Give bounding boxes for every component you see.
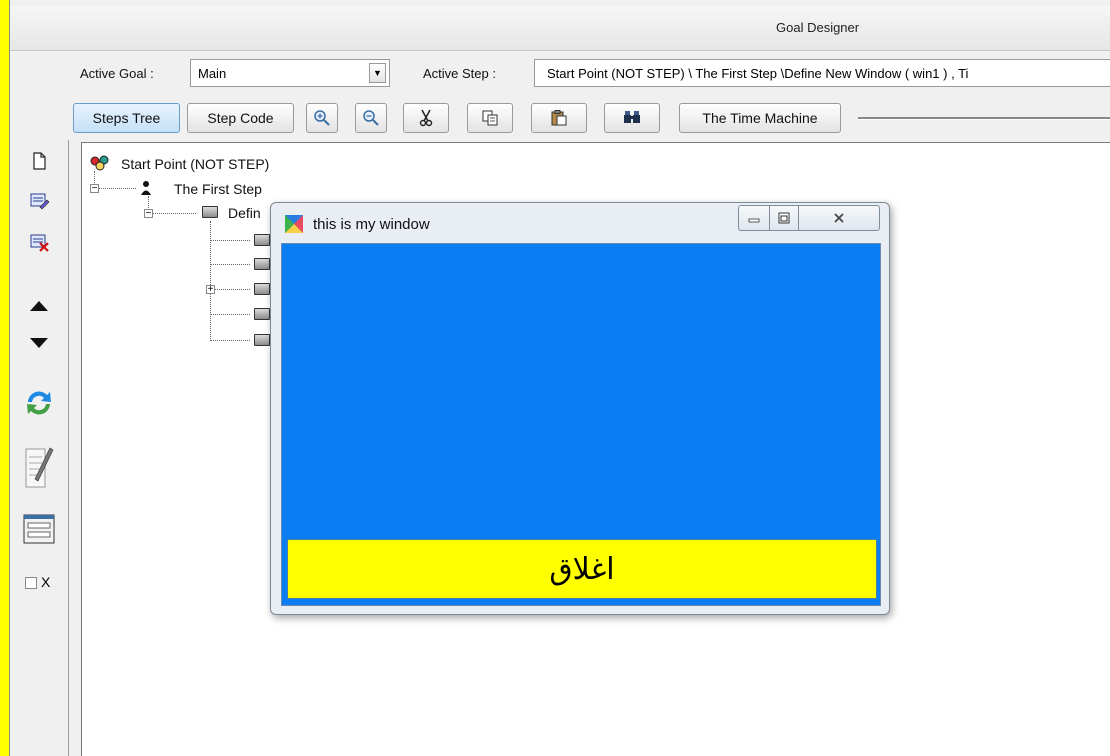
move-down-icon[interactable] <box>28 332 50 354</box>
active-goal-row: Active Goal : Main ▼ Active Step : Start… <box>10 52 1110 96</box>
tree-node-define-window[interactable]: Defin <box>228 205 261 221</box>
paste-icon <box>551 110 567 126</box>
app-icon <box>285 215 303 233</box>
form-window-icon[interactable] <box>22 512 56 546</box>
edit-step-icon[interactable] <box>28 190 50 212</box>
preview-window-client-area: اغلاق <box>281 243 881 606</box>
minimize-icon <box>748 218 760 223</box>
window-controls <box>738 205 880 233</box>
left-toolbar: X <box>10 140 69 756</box>
window-icon <box>254 234 270 246</box>
delete-step-icon[interactable] <box>28 231 50 253</box>
maximize-button[interactable] <box>769 205 799 231</box>
start-point-icon <box>90 155 109 171</box>
active-goal-select[interactable]: Main ▼ <box>190 59 390 87</box>
zoom-out-icon <box>363 110 379 126</box>
zoom-out-button[interactable] <box>355 103 387 133</box>
close-icon <box>834 213 844 223</box>
window-icon <box>254 283 270 295</box>
active-step-label: Active Step : <box>423 66 496 81</box>
window-icon <box>202 206 218 218</box>
cut-button[interactable] <box>403 103 449 133</box>
window-icon <box>254 334 270 346</box>
tree-node-start-point[interactable]: Start Point (NOT STEP) <box>121 156 269 172</box>
preview-window[interactable]: this is my window اغلاق <box>270 202 890 615</box>
window-title: Goal Designer <box>776 20 860 35</box>
minimize-button[interactable] <box>738 205 770 231</box>
arabic-close-button[interactable]: اغلاق <box>287 539 877 599</box>
goal-designer-app: Goal Designer Active Goal : Main ▼ Activ… <box>9 0 1110 756</box>
active-goal-value: Main <box>198 66 227 81</box>
find-button[interactable] <box>604 103 660 133</box>
binoculars-icon <box>624 111 640 123</box>
active-goal-label: Active Goal : <box>80 66 154 81</box>
edit-document-icon[interactable] <box>23 443 55 491</box>
refresh-icon[interactable] <box>23 387 55 419</box>
window-icon <box>254 258 270 270</box>
main-toolbar: Steps Tree Step Code The Time Machine <box>10 100 1110 138</box>
zoom-in-button[interactable] <box>306 103 338 133</box>
x-checkbox-label: X <box>41 574 51 590</box>
active-step-value: Start Point (NOT STEP) \ The First Step … <box>547 66 969 81</box>
step-code-button[interactable]: Step Code <box>187 103 294 133</box>
active-step-field[interactable]: Start Point (NOT STEP) \ The First Step … <box>534 59 1110 87</box>
toolbar-slider[interactable] <box>858 117 1110 120</box>
dropdown-arrow-icon[interactable]: ▼ <box>369 63 386 83</box>
copy-icon <box>482 110 498 126</box>
window-icon <box>254 308 270 320</box>
zoom-in-icon <box>314 110 330 126</box>
close-button[interactable] <box>798 205 880 231</box>
scissors-icon <box>419 109 433 127</box>
steps-tree-button[interactable]: Steps Tree <box>73 103 180 133</box>
collapse-toggle[interactable]: − <box>90 184 99 194</box>
expand-toggle[interactable]: + <box>206 285 215 295</box>
move-up-icon[interactable] <box>28 295 50 317</box>
title-bar: Goal Designer <box>10 6 1110 51</box>
person-icon <box>141 181 151 195</box>
x-checkbox[interactable] <box>25 577 37 589</box>
new-document-icon[interactable] <box>28 150 50 172</box>
collapse-toggle[interactable]: − <box>144 209 153 219</box>
tree-node-first-step[interactable]: The First Step <box>174 181 262 197</box>
time-machine-button[interactable]: The Time Machine <box>679 103 841 133</box>
maximize-icon <box>778 212 790 224</box>
copy-button[interactable] <box>467 103 513 133</box>
paste-button[interactable] <box>531 103 587 133</box>
preview-window-title: this is my window <box>313 216 430 233</box>
